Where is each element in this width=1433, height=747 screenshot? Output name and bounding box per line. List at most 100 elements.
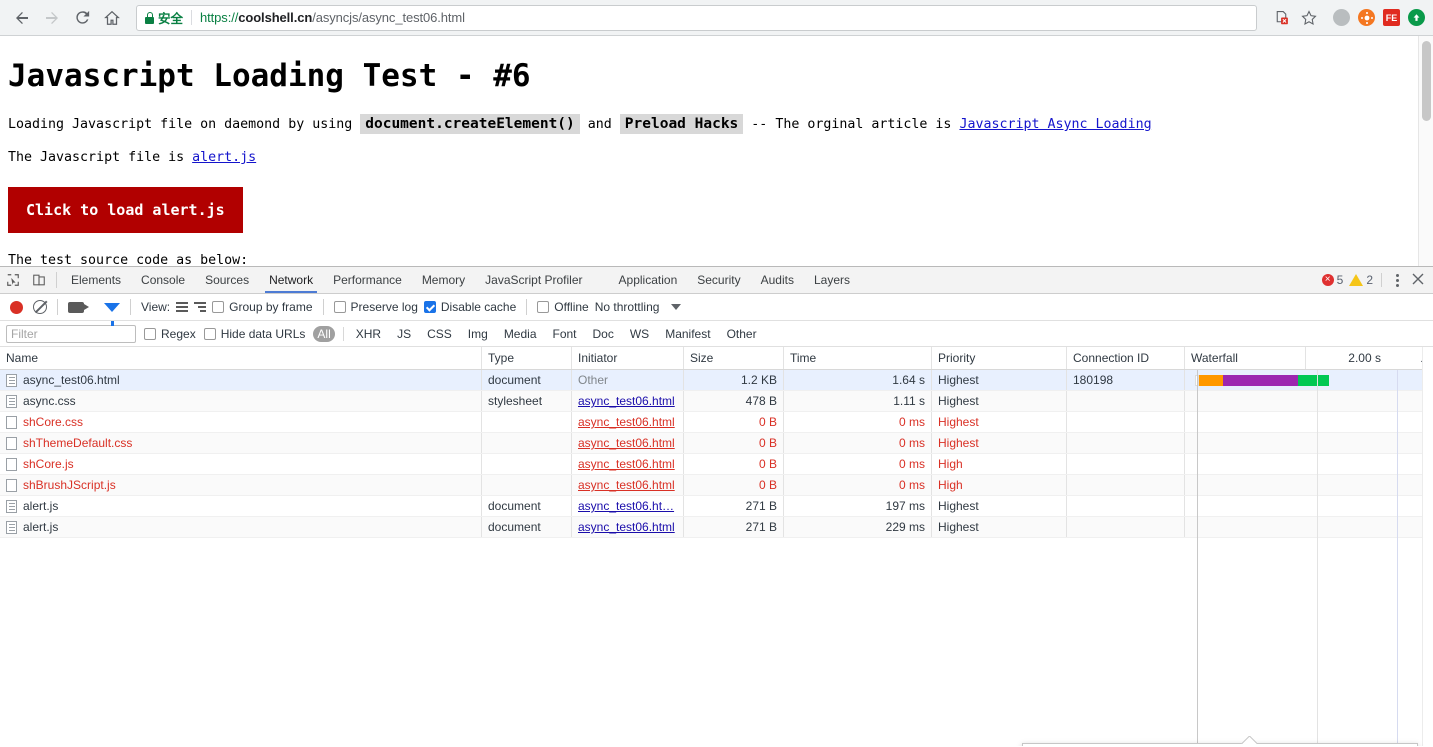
error-count-badge[interactable]: × 5 — [1321, 273, 1343, 287]
disable-cache-checkbox[interactable]: Disable cache — [423, 300, 516, 314]
chevron-down-icon[interactable] — [671, 304, 682, 310]
tab-elements[interactable]: Elements — [61, 267, 131, 293]
star-icon[interactable] — [1297, 6, 1321, 30]
page-scroll-thumb[interactable] — [1422, 41, 1431, 121]
group-by-frame-box[interactable] — [212, 301, 225, 313]
table-row[interactable]: async.css stylesheet async_test06.html 478 … — [0, 391, 1433, 412]
capture-screenshots-icon[interactable] — [68, 301, 89, 313]
close-icon[interactable] — [1411, 272, 1425, 289]
alert-js-link[interactable]: alert.js — [192, 150, 256, 165]
home-button[interactable] — [98, 4, 126, 32]
offline-checkbox[interactable]: Offline — [537, 300, 589, 314]
column-header-time[interactable]: Time — [784, 347, 932, 369]
cell-initiator-text[interactable]: async_test06.html — [578, 478, 675, 492]
original-article-link[interactable]: Javascript Async Loading — [959, 117, 1151, 132]
offline-box[interactable] — [537, 301, 550, 313]
filter-type-css[interactable]: CSS — [423, 326, 456, 342]
tab-layers[interactable]: Layers — [804, 267, 860, 293]
tab-sources[interactable]: Sources — [195, 267, 259, 293]
cell-name[interactable]: alert.js — [0, 496, 482, 516]
cell-name[interactable]: async_test06.html — [0, 370, 482, 390]
cell-waterfall[interactable] — [1185, 370, 1433, 390]
filter-funnel-icon[interactable] — [104, 302, 120, 326]
tab-security[interactable]: Security — [687, 267, 750, 293]
blocked-popup-icon[interactable] — [1269, 6, 1293, 30]
cell-name[interactable]: async.css — [0, 391, 482, 411]
cell-name[interactable]: shCore.js — [0, 454, 482, 474]
cell-initiator-text[interactable]: async_test06.html — [578, 457, 675, 471]
column-header-type[interactable]: Type — [482, 347, 572, 369]
column-header-name[interactable]: Name — [0, 347, 482, 369]
disable-cache-box[interactable] — [423, 301, 436, 313]
cell-name[interactable]: shCore.css — [0, 412, 482, 432]
group-by-frame-checkbox[interactable]: Group by frame — [212, 300, 313, 314]
tab-network[interactable]: Network — [259, 267, 323, 293]
tab-performance[interactable]: Performance — [323, 267, 412, 293]
table-row[interactable]: shCore.js async_test06.html 0 B 0 ms High — [0, 454, 1433, 475]
table-row[interactable]: async_test06.html document Other 1.2 KB 1.64… — [0, 370, 1433, 391]
table-row[interactable]: shThemeDefault.css async_test06.html 0 B 0 … — [0, 433, 1433, 454]
filter-type-other[interactable]: Other — [723, 326, 761, 342]
security-chip[interactable]: 安全 — [145, 8, 183, 27]
cell-name[interactable]: shThemeDefault.css — [0, 433, 482, 453]
filter-type-font[interactable]: Font — [549, 326, 581, 342]
column-header-initiator[interactable]: Initiator — [572, 347, 684, 369]
inspect-element-icon[interactable] — [0, 267, 26, 293]
warning-count-badge[interactable]: 2 — [1349, 273, 1373, 287]
filter-type-xhr[interactable]: XHR — [352, 326, 385, 342]
record-button-icon[interactable] — [10, 300, 23, 314]
regex-box[interactable] — [144, 327, 156, 340]
cell-waterfall[interactable] — [1185, 517, 1433, 537]
gray-circle-extension-icon[interactable] — [1333, 9, 1350, 26]
table-row[interactable]: shBrushJScript.js async_test06.html 0 B 0 m… — [0, 475, 1433, 496]
orange-lifebuoy-extension-icon[interactable] — [1358, 9, 1375, 26]
fe-red-extension-icon[interactable]: FE — [1383, 9, 1400, 26]
cell-waterfall[interactable] — [1185, 412, 1433, 432]
table-row[interactable]: alert.js document async_test06.ht… 271 B 197… — [0, 496, 1433, 517]
reload-button[interactable] — [68, 4, 96, 32]
list-view-icon[interactable] — [176, 302, 189, 312]
cell-waterfall[interactable] — [1185, 433, 1433, 453]
address-bar[interactable]: 安全 https://coolshell.cn/asyncjs/async_te… — [136, 4, 1257, 31]
filter-type-manifest[interactable]: Manifest — [661, 326, 714, 342]
cell-initiator-text[interactable]: async_test06.html — [578, 415, 675, 429]
tab-console[interactable]: Console — [131, 267, 195, 293]
throttling-value[interactable]: No throttling — [595, 300, 660, 314]
cell-waterfall[interactable] — [1185, 475, 1433, 495]
tab-memory[interactable]: Memory — [412, 267, 475, 293]
column-header-size[interactable]: Size — [684, 347, 784, 369]
column-header-waterfall[interactable]: Waterfall 2.00 s 3.00 s — [1185, 347, 1433, 369]
back-button[interactable] — [8, 4, 36, 32]
load-alert-js-button[interactable]: Click to load alert.js — [8, 187, 243, 233]
preserve-log-checkbox[interactable]: Preserve log — [333, 300, 418, 314]
filter-type-media[interactable]: Media — [500, 326, 541, 342]
filter-type-img[interactable]: Img — [464, 326, 492, 342]
device-toolbar-icon[interactable] — [26, 267, 52, 293]
cell-initiator-text[interactable]: async_test06.html — [578, 394, 675, 408]
cell-waterfall[interactable] — [1185, 454, 1433, 474]
forward-button[interactable] — [38, 4, 66, 32]
tab-application[interactable]: Application — [609, 267, 688, 293]
filter-type-doc[interactable]: Doc — [589, 326, 618, 342]
waterfall-view-icon[interactable] — [194, 302, 207, 312]
green-up-arrow-extension-icon[interactable] — [1408, 9, 1425, 26]
hide-data-urls-checkbox[interactable]: Hide data URLs — [203, 327, 305, 341]
filter-input[interactable] — [6, 324, 136, 343]
preserve-log-box[interactable] — [333, 301, 346, 313]
cell-name[interactable]: shBrushJScript.js — [0, 475, 482, 495]
cell-waterfall[interactable] — [1185, 496, 1433, 516]
filter-type-ws[interactable]: WS — [626, 326, 653, 342]
column-header-priority[interactable]: Priority — [932, 347, 1067, 369]
cell-waterfall[interactable] — [1185, 391, 1433, 411]
cell-name[interactable]: alert.js — [0, 517, 482, 537]
filter-type-js[interactable]: JS — [393, 326, 415, 342]
table-row[interactable]: shCore.css async_test06.html 0 B 0 ms Highes… — [0, 412, 1433, 433]
cell-initiator-text[interactable]: async_test06.ht… — [578, 499, 674, 513]
page-scrollbar[interactable] — [1418, 36, 1433, 266]
tab-audits[interactable]: Audits — [751, 267, 804, 293]
clear-icon[interactable] — [33, 300, 47, 314]
table-row[interactable]: alert.js document async_test06.html 271 B 22… — [0, 517, 1433, 538]
kebab-menu-icon[interactable] — [1390, 273, 1405, 287]
tab-javascript-profiler[interactable]: JavaScript Profiler — [475, 267, 592, 293]
regex-checkbox[interactable]: Regex — [144, 327, 196, 341]
